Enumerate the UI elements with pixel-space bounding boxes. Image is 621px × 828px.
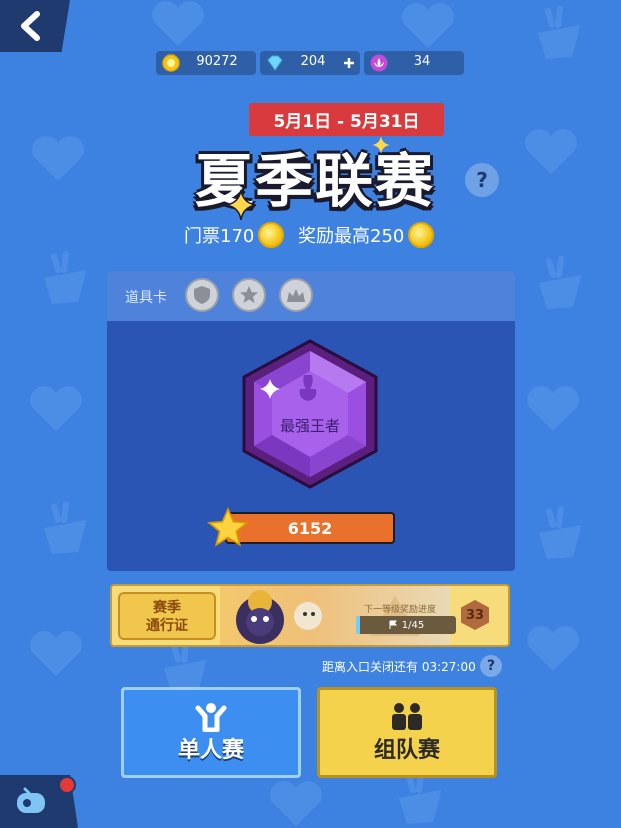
heart-pattern-icon bbox=[152, 1, 204, 47]
star-card-button[interactable] bbox=[232, 278, 266, 312]
gold-coin-counter: 90272 bbox=[156, 51, 256, 75]
diamond-value: 204 bbox=[300, 54, 326, 69]
notification-dot bbox=[58, 776, 76, 794]
team-match-label: 组队赛 bbox=[373, 737, 440, 763]
magic-hat-pattern-icon bbox=[538, 6, 580, 59]
magic-hat-pattern-icon bbox=[44, 251, 86, 304]
pass-progress-value: 1/45 bbox=[401, 619, 425, 631]
ticket-cost-label: 门票170 bbox=[184, 226, 255, 247]
chat-bot-icon bbox=[17, 787, 45, 813]
sparkle-icon bbox=[372, 136, 390, 154]
next-level-label: 下一等级奖励进度 bbox=[364, 605, 437, 615]
shield-icon bbox=[194, 286, 210, 304]
heart-pattern-icon bbox=[32, 136, 84, 181]
rank-badge: 最强王者 bbox=[240, 339, 380, 489]
rank-score-bar: 6152 bbox=[225, 512, 395, 544]
magic-hat-pattern-icon bbox=[539, 256, 581, 309]
crown-card-button[interactable] bbox=[279, 278, 313, 312]
max-reward-label: 奖励最高250 bbox=[298, 226, 405, 247]
season-pass-title-1: 赛季 bbox=[153, 600, 181, 616]
props-label: 道具卡 bbox=[125, 290, 167, 306]
lotus-icon bbox=[370, 54, 388, 72]
heart-pattern-icon bbox=[525, 129, 577, 174]
gold-coin-value: 90272 bbox=[196, 54, 238, 69]
team-players-icon bbox=[392, 702, 422, 730]
diamond-counter: 204 bbox=[260, 51, 360, 75]
heart-pattern-icon bbox=[402, 3, 454, 48]
season-pass-banner[interactable]: 赛季 通行证 下一等级奖励进度 1/45 33 bbox=[110, 584, 510, 647]
date-range-banner: 5月1日 - 5月31日 bbox=[249, 103, 444, 136]
help-button[interactable]: ? bbox=[465, 163, 499, 197]
countdown-help-button[interactable]: ? bbox=[480, 655, 502, 677]
crown-icon bbox=[287, 289, 305, 302]
magic-hat-pattern-icon bbox=[539, 506, 581, 559]
back-button[interactable] bbox=[0, 0, 70, 52]
chevron-left-icon bbox=[21, 11, 40, 41]
heart-pattern-icon bbox=[527, 386, 579, 431]
add-diamond-icon[interactable] bbox=[343, 57, 355, 69]
season-pass-ticket: 赛季 通行证 bbox=[118, 592, 216, 640]
props-bar: 道具卡 bbox=[107, 271, 515, 321]
diamond-icon bbox=[267, 55, 283, 71]
heart-pattern-icon bbox=[270, 781, 322, 826]
max-reward: 奖励最高250 bbox=[298, 222, 435, 248]
heart-pattern-icon bbox=[527, 626, 579, 671]
entry-countdown: 距离入口关闭还有 03:27:00 bbox=[322, 660, 476, 674]
pass-progress-bar: 1/45 bbox=[356, 616, 456, 634]
coin-icon bbox=[258, 222, 285, 248]
flag-icon bbox=[389, 620, 397, 629]
shield-card-button[interactable] bbox=[185, 278, 219, 312]
rank-title: 最强王者 bbox=[279, 417, 340, 435]
event-title: 夏季联赛 bbox=[194, 147, 435, 215]
lotus-value: 34 bbox=[413, 54, 431, 69]
heart-pattern-icon bbox=[30, 386, 82, 431]
sparkle-icon bbox=[226, 190, 256, 220]
heart-pattern-icon bbox=[30, 631, 82, 676]
rank-gem-icon bbox=[242, 339, 378, 489]
rank-score-value: 6152 bbox=[287, 518, 333, 538]
gold-coin-icon bbox=[162, 54, 180, 72]
star-icon bbox=[207, 507, 249, 547]
magic-hat-pattern-icon bbox=[399, 771, 441, 824]
ticket-cost: 门票170 bbox=[184, 222, 285, 248]
solo-player-icon bbox=[195, 702, 227, 732]
team-match-button[interactable]: 组队赛 bbox=[317, 687, 497, 778]
star-icon bbox=[240, 286, 258, 303]
lotus-counter: 34 bbox=[364, 51, 464, 75]
rank-panel: 道具卡 最强王者 6152 bbox=[107, 271, 515, 571]
pass-level-badge: 33 bbox=[461, 600, 489, 630]
solo-match-button[interactable]: 单人赛 bbox=[121, 687, 301, 778]
magic-hat-pattern-icon bbox=[44, 501, 86, 554]
coin-icon bbox=[408, 222, 435, 248]
season-pass-title-2: 通行证 bbox=[146, 618, 188, 634]
solo-match-label: 单人赛 bbox=[177, 737, 244, 763]
